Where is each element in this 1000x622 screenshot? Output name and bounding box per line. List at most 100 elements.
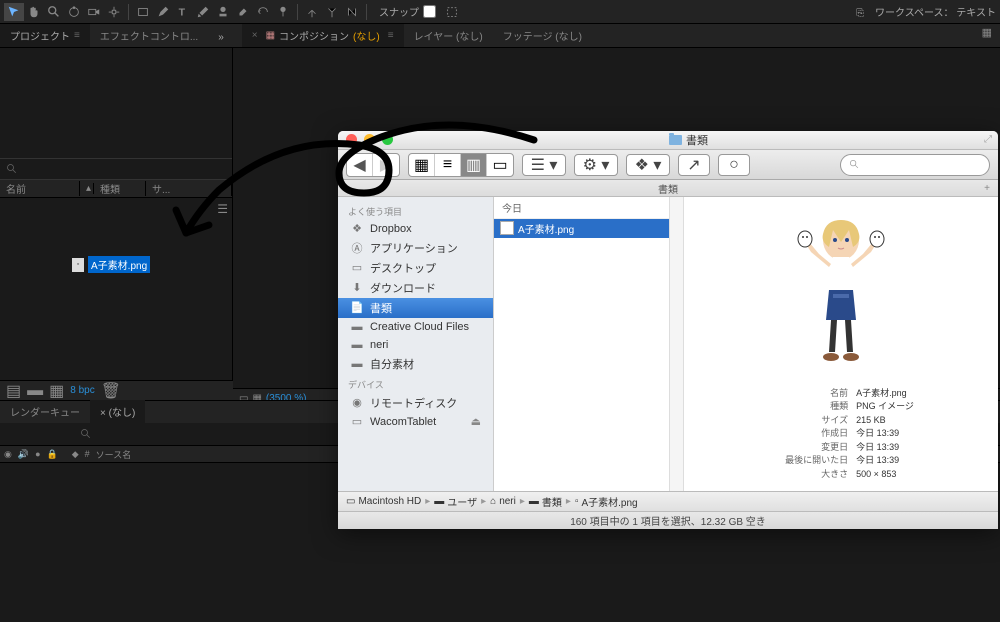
finder-sidebar: よく使う項目 ❖Dropbox Ⓐアプリケーション ▭デスクトップ ⬇ダウンロー… <box>338 197 494 492</box>
sidebar-item-remote-disk[interactable]: ◉リモートディスク <box>338 393 493 413</box>
folder-icon: ▬ <box>350 338 364 352</box>
finder-body: よく使う項目 ❖Dropbox Ⓐアプリケーション ▭デスクトップ ⬇ダウンロー… <box>338 197 998 492</box>
comp-new-icon[interactable]: ▦ <box>982 26 992 39</box>
snap-option-icon[interactable] <box>442 3 462 21</box>
coverflow-view-button[interactable]: ▭ <box>487 154 513 176</box>
png-file-icon: ▫ <box>500 221 514 235</box>
bpc-label[interactable]: 8 bpc <box>70 385 94 396</box>
sidebar-item-wacom[interactable]: ▭WacomTablet⏏ <box>338 413 493 431</box>
arrange-button[interactable]: ☰ ▾ <box>522 154 566 176</box>
tab-timeline-none[interactable]: × (なし) <box>90 400 145 423</box>
sidebar-item-applications[interactable]: Ⓐアプリケーション <box>338 238 493 258</box>
tab-layer[interactable]: レイヤー (なし) <box>404 24 493 47</box>
action-button[interactable]: ⚙ ▾ <box>574 154 618 176</box>
file-item[interactable]: ▫ A子素材.png <box>494 219 669 238</box>
forward-button[interactable]: ▶ <box>373 154 399 176</box>
av-icon[interactable]: ◉ <box>4 449 12 460</box>
eject-icon[interactable]: ⏏ <box>471 415 481 428</box>
minimize-button[interactable] <box>364 134 375 145</box>
svg-text:T: T <box>179 6 186 18</box>
anchor-tool-icon[interactable] <box>104 3 124 21</box>
resize-icon[interactable]: ⤢ <box>984 134 992 145</box>
col-type[interactable]: 種類 <box>94 181 146 196</box>
pin-tool-icon[interactable] <box>273 3 293 21</box>
camera-tool-icon[interactable] <box>84 3 104 21</box>
rect-tool-icon[interactable] <box>133 3 153 21</box>
path-segment[interactable]: ▬書類 <box>529 494 562 509</box>
folder-icon[interactable]: ▬ <box>27 382 43 400</box>
project-item[interactable]: ▫ A子素材.png <box>72 256 150 273</box>
tab-composition[interactable]: × ▦ コンポジション (なし) ≡ <box>242 24 404 47</box>
pen-tool-icon[interactable] <box>153 3 173 21</box>
source-col[interactable]: ソース名 <box>96 448 132 461</box>
snap-checkbox[interactable] <box>423 5 436 18</box>
path-segment[interactable]: ⌂neri <box>490 496 516 507</box>
close-button[interactable] <box>346 134 357 145</box>
eraser-tool-icon[interactable] <box>233 3 253 21</box>
sidebar-item-desktop[interactable]: ▭デスクトップ <box>338 258 493 278</box>
zoom-button[interactable] <box>382 134 393 145</box>
solo-icon[interactable]: ● <box>35 449 40 459</box>
comp-new-icon[interactable]: ▦ <box>49 381 64 401</box>
tab-effect-controls[interactable]: エフェクトコントロ... <box>90 24 208 47</box>
sidebar-item-dropbox[interactable]: ❖Dropbox <box>338 220 493 238</box>
brush-tool-icon[interactable] <box>193 3 213 21</box>
folder-icon <box>669 135 682 145</box>
label-icon[interactable]: ◆ <box>72 449 79 460</box>
project-search[interactable] <box>0 158 232 180</box>
audio-icon[interactable]: 🔊 <box>18 449 29 460</box>
zoom-tool-icon[interactable] <box>44 3 64 21</box>
finder-titlebar[interactable]: 書類 ⤢ <box>338 131 998 150</box>
finder-toolbar: ◀ ▶ ▦ ≡ ▥ ▭ ☰ ▾ ⚙ ▾ ❖ ▾ ↗ ○ <box>338 150 998 181</box>
axis-y-icon[interactable] <box>322 3 342 21</box>
sidebar-item-creative-cloud[interactable]: ▬Creative Cloud Files <box>338 318 493 336</box>
interpret-icon[interactable]: ▤ <box>6 381 21 401</box>
project-item-name: A子素材.png <box>88 256 150 273</box>
text-tool-icon[interactable]: T <box>173 3 193 21</box>
trash-icon[interactable]: 🗑 <box>101 381 121 401</box>
hand-tool-icon[interactable] <box>24 3 44 21</box>
png-file-icon: ▫ <box>72 258 84 272</box>
col-sort-icon[interactable]: ▴ <box>80 183 94 194</box>
axis-tool-icon[interactable] <box>302 3 322 21</box>
index-col[interactable]: # <box>85 449 90 459</box>
rotate-tool-icon[interactable] <box>64 3 84 21</box>
finder-window: 書類 ⤢ ◀ ▶ ▦ ≡ ▥ ▭ ☰ ▾ ⚙ ▾ ❖ ▾ ↗ ○ 書類 + よく… <box>338 131 998 529</box>
add-tab-icon[interactable]: + <box>984 183 990 194</box>
tab-chevron[interactable]: » <box>208 28 234 47</box>
project-panel: 名前 ▴ 種類 サ... ☰ ▫ A子素材.png <box>0 48 233 408</box>
panel-menu-icon[interactable]: ☰ <box>217 202 228 216</box>
snap-label: スナップ <box>379 4 419 19</box>
col-size[interactable]: サ... <box>146 181 232 196</box>
lock-icon[interactable]: 🔒 <box>47 449 58 460</box>
search-input[interactable] <box>840 154 990 176</box>
roto-tool-icon[interactable] <box>253 3 273 21</box>
file-column[interactable]: 今日 ▫ A子素材.png <box>494 197 670 492</box>
sidebar-item-materials[interactable]: ▬自分素材 <box>338 354 493 374</box>
preview-image <box>771 207 911 377</box>
home-icon: ⌂ <box>490 496 496 507</box>
axis-z-icon[interactable] <box>342 3 362 21</box>
list-view-button[interactable]: ≡ <box>435 154 461 176</box>
back-button[interactable]: ◀ <box>347 154 373 176</box>
sidebar-item-neri[interactable]: ▬neri <box>338 336 493 354</box>
path-segment[interactable]: ▫A子素材.png <box>575 494 638 509</box>
dropbox-button[interactable]: ❖ ▾ <box>626 154 670 176</box>
column-view-button[interactable]: ▥ <box>461 154 487 176</box>
workspace-label[interactable]: ⎘ ワークスペース： テキスト <box>856 4 996 19</box>
tab-render-queue[interactable]: レンダーキュー <box>0 400 90 423</box>
path-segment[interactable]: ▬ユーザ <box>434 494 477 509</box>
selection-tool-icon[interactable] <box>4 3 24 21</box>
icon-view-button[interactable]: ▦ <box>409 154 435 176</box>
column-scrollbar[interactable] <box>670 197 684 492</box>
tags-button[interactable]: ○ <box>718 154 750 176</box>
share-button[interactable]: ↗ <box>678 154 710 176</box>
col-name[interactable]: 名前 <box>0 181 80 196</box>
sidebar-item-documents[interactable]: 📄書類 <box>338 298 493 318</box>
project-file-list[interactable]: ☰ ▫ A子素材.png <box>0 198 232 358</box>
tab-footage[interactable]: フッテージ (なし) <box>493 24 592 47</box>
path-segment[interactable]: ▭Macintosh HD <box>346 496 421 507</box>
sidebar-item-downloads[interactable]: ⬇ダウンロード <box>338 278 493 298</box>
tab-project[interactable]: プロジェクト ≡ <box>0 24 90 47</box>
stamp-tool-icon[interactable] <box>213 3 233 21</box>
